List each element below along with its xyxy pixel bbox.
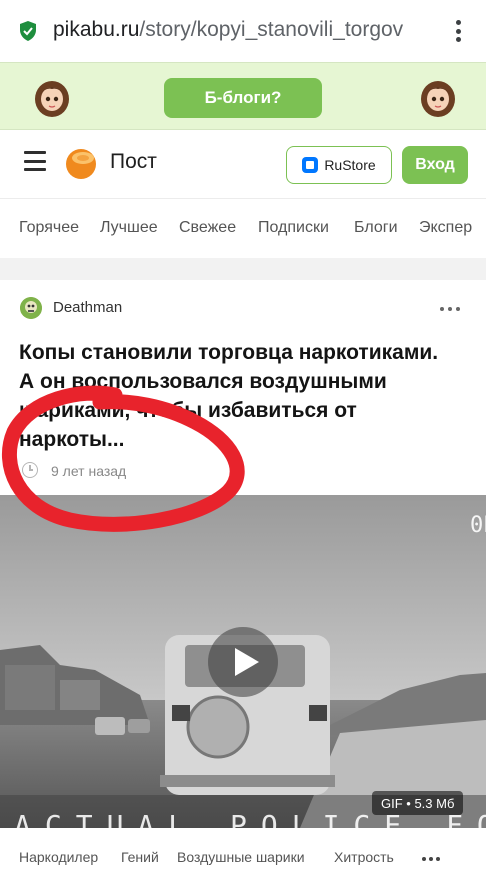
login-button[interactable]: Вход — [402, 146, 468, 184]
feed-tabs: Горячее Лучшее Свежее Подписки Блоги Экс… — [0, 198, 486, 258]
browser-address-bar: pikabu.ru/story/kopyi_stanovili_torgov — [0, 0, 486, 62]
video-corner-caption: 0P — [470, 513, 486, 538]
tag-item[interactable]: Хитрость — [334, 849, 394, 865]
more-dots-icon[interactable] — [440, 307, 460, 311]
post-card: Deathman Копы становили торговца наркоти… — [0, 280, 486, 880]
tab-best[interactable]: Лучшее — [100, 219, 158, 237]
shield-icon[interactable] — [18, 20, 38, 42]
post-time: 9 лет назад — [51, 463, 127, 479]
hamburger-icon[interactable] — [24, 151, 46, 171]
rustore-button[interactable]: RuStore — [286, 146, 392, 184]
url-host: pikabu.ru — [53, 18, 140, 41]
promo-banner: Б-блоги? — [0, 62, 486, 130]
author-name[interactable]: Deathman — [53, 299, 122, 316]
tab-blogs[interactable]: Блоги — [354, 219, 398, 237]
gif-player[interactable]: 0P GIF • 5.3 Мб ACTUAL POLICE FOOTAGE — [0, 495, 486, 828]
tab-fresh[interactable]: Свежее — [179, 219, 236, 237]
site-header: Пост RuStore Вход — [0, 130, 486, 198]
blogs-promo-button[interactable]: Б-блоги? — [164, 78, 322, 118]
rustore-icon — [302, 157, 319, 173]
post-tags: Наркодилер Гений Воздушные шарики Хитрос… — [0, 828, 486, 880]
video-caption: ACTUAL POLICE FOOTAGE — [14, 809, 486, 828]
section-divider — [0, 258, 486, 280]
tag-item[interactable]: Гений — [121, 849, 159, 865]
rustore-label: RuStore — [324, 157, 376, 173]
more-tags-icon[interactable] — [422, 857, 440, 861]
menu-kebab-icon[interactable] — [448, 18, 468, 44]
girl-avatar-icon — [421, 81, 455, 117]
author-avatar[interactable] — [20, 297, 42, 319]
tab-subscriptions[interactable]: Подписки — [258, 219, 329, 237]
url-path: /story/kopyi_stanovili_torgov — [139, 18, 404, 41]
tab-hot[interactable]: Горячее — [19, 219, 79, 237]
pikabu-logo-icon[interactable] — [64, 146, 98, 180]
page-title: Пост — [110, 150, 157, 173]
tag-item[interactable]: Наркодилер — [19, 849, 98, 865]
play-icon[interactable] — [208, 627, 278, 697]
post-title[interactable]: Копы становили торговца наркотиками. А о… — [19, 338, 459, 454]
tag-item[interactable]: Воздушные шарики — [177, 849, 305, 865]
clock-icon — [22, 462, 38, 478]
tab-experts[interactable]: Экспер — [419, 219, 472, 237]
url-field[interactable]: pikabu.ru/story/kopyi_stanovili_torgov — [53, 18, 433, 42]
girl-avatar-icon — [35, 81, 69, 117]
